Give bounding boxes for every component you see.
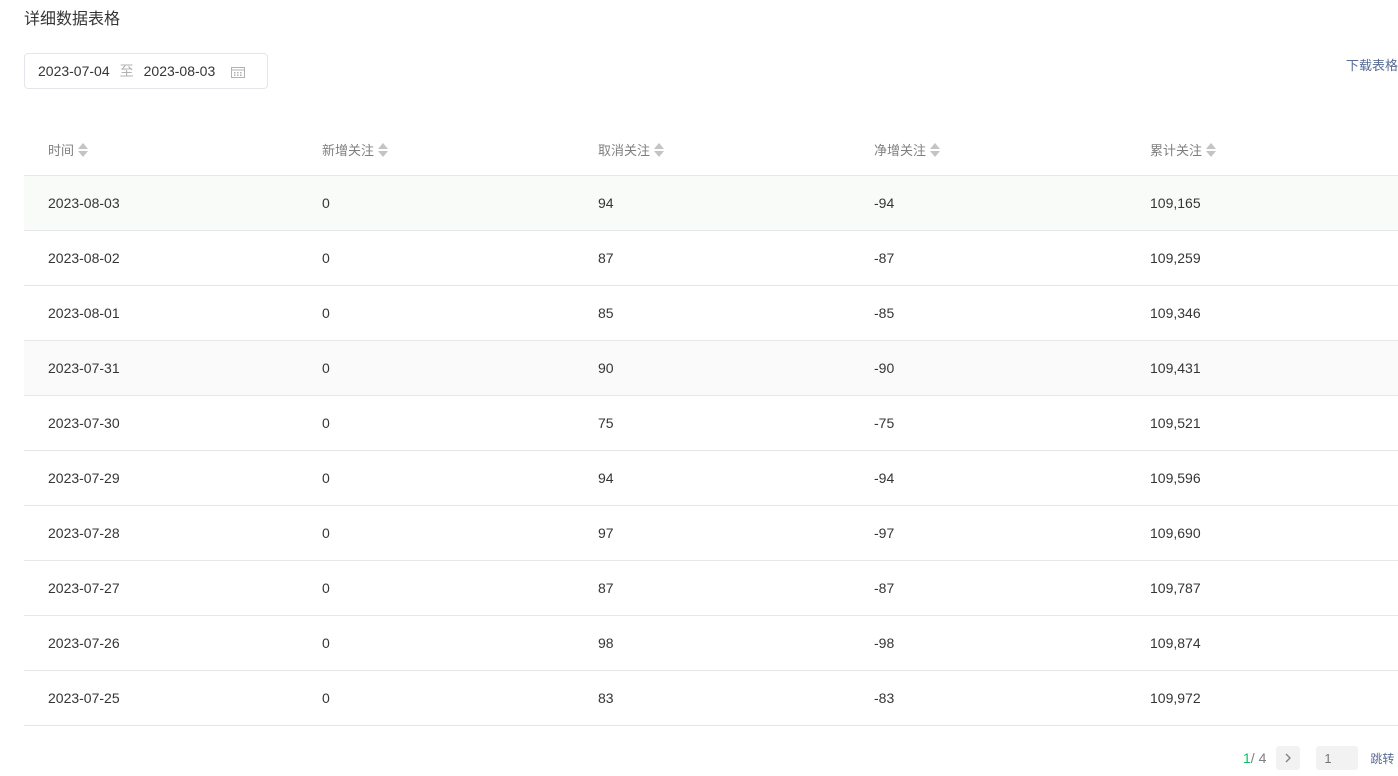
cell-total: 109,521 <box>1150 415 1201 431</box>
cell-date: 2023-07-28 <box>48 525 120 541</box>
date-separator: 至 <box>119 63 134 79</box>
cell-date: 2023-07-25 <box>48 690 120 706</box>
data-table: 时间 新增关注 取消关注 净增关注 累计关注 2023-08-03 0 94 -… <box>24 122 1398 726</box>
cell-unfollow: 94 <box>598 195 614 211</box>
table-row: 2023-07-29 0 94 -94 109,596 <box>24 451 1398 506</box>
header-label: 取消关注 <box>598 143 651 158</box>
header-label: 净增关注 <box>874 143 927 158</box>
page-number-input[interactable] <box>1316 746 1359 770</box>
cell-date: 2023-07-30 <box>48 415 120 431</box>
header-unfollows[interactable]: 取消关注 <box>598 140 665 159</box>
cell-net: -83 <box>874 690 895 706</box>
cell-new: 0 <box>322 525 330 541</box>
cell-new: 0 <box>322 470 330 486</box>
next-page-button[interactable] <box>1276 746 1301 770</box>
cell-date: 2023-07-31 <box>48 360 120 376</box>
cell-total: 109,874 <box>1150 635 1201 651</box>
date-start[interactable]: 2023-07-04 <box>38 63 110 79</box>
table-row: 2023-08-02 0 87 -87 109,259 <box>24 231 1398 286</box>
cell-net: -85 <box>874 305 895 321</box>
page-current: 1 <box>1243 750 1251 766</box>
cell-net: -94 <box>874 195 895 211</box>
cell-unfollow: 90 <box>598 360 614 376</box>
sort-icon[interactable] <box>654 142 665 157</box>
header-label: 时间 <box>48 143 75 158</box>
cell-unfollow: 98 <box>598 635 614 651</box>
sort-icon[interactable] <box>78 142 89 157</box>
cell-unfollow: 94 <box>598 470 614 486</box>
header-time[interactable]: 时间 <box>48 140 89 159</box>
cell-date: 2023-08-03 <box>48 195 120 211</box>
cell-new: 0 <box>322 250 330 266</box>
cell-net: -94 <box>874 470 895 486</box>
cell-net: -87 <box>874 580 895 596</box>
cell-unfollow: 75 <box>598 415 614 431</box>
cell-net: -90 <box>874 360 895 376</box>
pagination: 1 / 4 跳转 <box>1243 746 1394 770</box>
date-range-picker[interactable]: 2023-07-04 至 2023-08-03 <box>24 53 268 89</box>
cell-date: 2023-08-01 <box>48 305 120 321</box>
cell-unfollow: 85 <box>598 305 614 321</box>
table-row: 2023-07-26 0 98 -98 109,874 <box>24 616 1398 671</box>
cell-new: 0 <box>322 305 330 321</box>
cell-unfollow: 83 <box>598 690 614 706</box>
cell-new: 0 <box>322 690 330 706</box>
cell-net: -98 <box>874 635 895 651</box>
table-row: 2023-08-03 0 94 -94 109,165 <box>24 176 1398 231</box>
header-label: 累计关注 <box>1150 143 1203 158</box>
table-header: 时间 新增关注 取消关注 净增关注 累计关注 <box>24 122 1398 176</box>
header-net-follows[interactable]: 净增关注 <box>874 140 941 159</box>
table-row: 2023-07-27 0 87 -87 109,787 <box>24 561 1398 616</box>
download-table-link[interactable]: 下载表格 <box>1346 55 1398 74</box>
table-row: 2023-07-28 0 97 -97 109,690 <box>24 506 1398 561</box>
cell-new: 0 <box>322 195 330 211</box>
cell-total: 109,259 <box>1150 250 1201 266</box>
cell-new: 0 <box>322 415 330 431</box>
cell-net: -97 <box>874 525 895 541</box>
sort-icon[interactable] <box>1206 142 1217 157</box>
cell-date: 2023-07-27 <box>48 580 120 596</box>
page-title: 详细数据表格 <box>24 11 121 28</box>
table-row: 2023-07-31 0 90 -90 109,431 <box>24 341 1398 396</box>
cell-new: 0 <box>322 580 330 596</box>
page-total: / 4 <box>1250 750 1267 766</box>
sort-icon[interactable] <box>378 142 389 157</box>
calendar-icon[interactable] <box>231 65 246 78</box>
cell-total: 109,690 <box>1150 525 1201 541</box>
table-row: 2023-07-25 0 83 -83 109,972 <box>24 671 1398 726</box>
table-row: 2023-07-30 0 75 -75 109,521 <box>24 396 1398 451</box>
cell-date: 2023-07-29 <box>48 470 120 486</box>
cell-new: 0 <box>322 360 330 376</box>
cell-unfollow: 87 <box>598 250 614 266</box>
cell-total: 109,431 <box>1150 360 1201 376</box>
sort-icon[interactable] <box>930 142 941 157</box>
cell-net: -87 <box>874 250 895 266</box>
cell-total: 109,596 <box>1150 470 1201 486</box>
cell-date: 2023-07-26 <box>48 635 120 651</box>
chevron-right-icon <box>1285 753 1292 763</box>
cell-unfollow: 87 <box>598 580 614 596</box>
cell-date: 2023-08-02 <box>48 250 120 266</box>
cell-unfollow: 97 <box>598 525 614 541</box>
table-row: 2023-08-01 0 85 -85 109,346 <box>24 286 1398 341</box>
cell-net: -75 <box>874 415 895 431</box>
cell-total: 109,346 <box>1150 305 1201 321</box>
jump-page-button[interactable]: 跳转 <box>1370 750 1394 767</box>
cell-total: 109,972 <box>1150 690 1201 706</box>
header-label: 新增关注 <box>322 143 375 158</box>
header-total-follows[interactable]: 累计关注 <box>1150 140 1217 159</box>
header-new-follows[interactable]: 新增关注 <box>322 140 389 159</box>
date-end[interactable]: 2023-08-03 <box>144 63 216 79</box>
cell-new: 0 <box>322 635 330 651</box>
cell-total: 109,165 <box>1150 195 1201 211</box>
cell-total: 109,787 <box>1150 580 1201 596</box>
